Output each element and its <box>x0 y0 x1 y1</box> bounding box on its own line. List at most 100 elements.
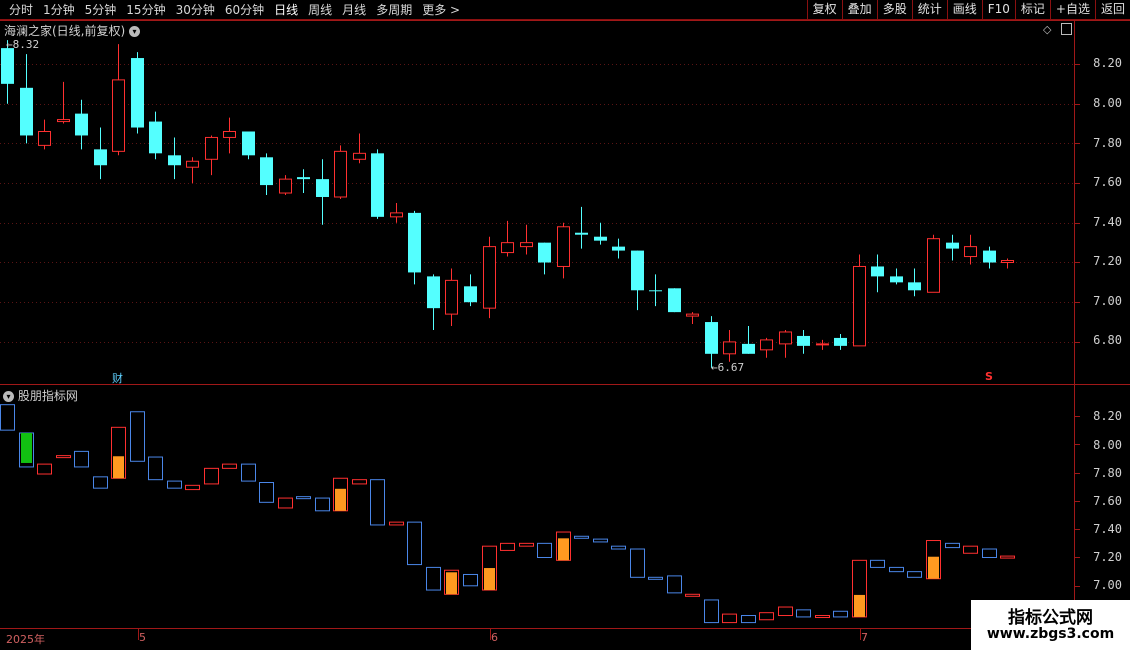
indicator-fill <box>335 488 346 511</box>
indicator-box <box>296 496 311 500</box>
axis-tick: 6.80 <box>1093 333 1122 347</box>
candle-body <box>149 121 162 154</box>
candle-body <box>464 286 477 303</box>
indicator-box <box>611 545 626 550</box>
indicator-box <box>574 535 589 539</box>
axis-tick: 8.00 <box>1093 438 1122 452</box>
indicator-box <box>74 450 89 468</box>
indicator-box <box>833 610 848 618</box>
chevron-down-icon[interactable]: ▾ <box>129 26 141 37</box>
indicator-fill <box>558 538 569 561</box>
axis-tick: 7.80 <box>1093 136 1122 150</box>
indicator-box <box>315 497 330 512</box>
candle-body <box>612 246 625 251</box>
candle-body <box>668 288 681 313</box>
candle-body <box>371 153 384 217</box>
candle-body <box>649 290 662 292</box>
date-label-may: 5 <box>139 631 146 644</box>
indicator-box <box>889 566 904 573</box>
axis-tick: 7.60 <box>1093 175 1122 189</box>
candle-body <box>742 343 755 354</box>
diamond-icon[interactable]: ◇ <box>1043 23 1051 36</box>
watermark-title: 指标公式网 <box>1008 608 1093 628</box>
candle-body <box>983 250 996 263</box>
indicator-box <box>37 463 52 475</box>
candle-body <box>260 157 273 186</box>
axis-tick: 7.20 <box>1093 254 1122 268</box>
axis-tick: 8.20 <box>1093 56 1122 70</box>
indicator-box <box>630 548 645 578</box>
indicator-box <box>241 463 256 482</box>
indicator-box <box>945 542 960 549</box>
axis-tick: 7.00 <box>1093 294 1122 308</box>
indicator-box <box>185 484 200 491</box>
axis-tick: 8.00 <box>1093 96 1122 110</box>
indicator-box <box>500 542 515 551</box>
candle-body <box>797 335 810 346</box>
candle-body <box>594 236 607 241</box>
chevron-down-icon[interactable]: ▾ <box>3 391 14 402</box>
candle-body <box>853 265 866 347</box>
candle-body <box>1 48 14 84</box>
indicator-box <box>796 609 811 618</box>
candle-body <box>223 130 236 138</box>
sub-panel-header: ▾ 股朋指标网 <box>3 387 78 404</box>
axis-tick: 7.20 <box>1093 550 1122 564</box>
indicator-fill <box>854 594 865 617</box>
kline-chart[interactable] <box>0 0 1130 650</box>
indicator-box <box>704 599 719 624</box>
indicator-box <box>685 593 700 597</box>
high-price-value: 8.32 <box>12 38 40 51</box>
indicator-box <box>982 548 997 559</box>
axis-tick: 8.20 <box>1093 409 1122 423</box>
indicator-box <box>741 615 756 624</box>
candle-body <box>964 246 977 258</box>
candle-body <box>112 79 125 152</box>
date-label-june: 6 <box>491 631 498 644</box>
candle-body <box>353 152 366 160</box>
indicator-box <box>759 612 774 621</box>
indicator-box <box>370 479 385 526</box>
axis-tick: 7.00 <box>1093 578 1122 592</box>
candle-body <box>908 282 921 291</box>
candle-body <box>168 155 181 166</box>
candle-body <box>205 136 218 160</box>
candle-body <box>316 179 329 197</box>
axis-tick: 7.40 <box>1093 522 1122 536</box>
indicator-box <box>93 476 108 489</box>
indicator-box <box>426 566 441 591</box>
candle-body <box>279 178 292 194</box>
axis-tick: 7.40 <box>1093 215 1122 229</box>
indicator-fill <box>113 456 124 479</box>
candle-body <box>20 87 33 136</box>
low-price-value: 6.67 <box>717 361 745 374</box>
candle-body <box>760 339 773 351</box>
candle-body <box>297 177 310 180</box>
candle-body <box>57 119 70 123</box>
indicator-box <box>778 606 793 617</box>
high-price-label: ←8.32 <box>6 38 40 51</box>
panel-toggle-icon[interactable] <box>1061 23 1072 35</box>
date-label-year: 2025年 <box>6 633 45 646</box>
indicator-box <box>222 463 237 469</box>
candle-body <box>723 341 736 355</box>
indicator-box <box>407 521 422 566</box>
indicator-fill <box>446 572 457 595</box>
main-panel-title: 海澜之家(日线,前复权) <box>4 24 126 38</box>
candle-body <box>520 242 533 248</box>
indicator-box <box>259 482 274 503</box>
indicator-box <box>667 575 682 594</box>
candle-body <box>242 131 255 156</box>
s-signal-marker[interactable]: S <box>985 370 993 383</box>
indicator-box <box>0 404 15 431</box>
candle-body <box>408 212 421 273</box>
candle-body <box>816 343 829 346</box>
financial-marker[interactable]: 财 <box>112 370 123 386</box>
candle-body <box>131 58 144 128</box>
candle-body <box>834 337 847 346</box>
candle-body <box>890 276 903 283</box>
indicator-box <box>148 456 163 481</box>
watermark-url: www.zbgs3.com <box>986 626 1115 642</box>
indicator-box <box>722 613 737 624</box>
indicator-box <box>870 559 885 568</box>
